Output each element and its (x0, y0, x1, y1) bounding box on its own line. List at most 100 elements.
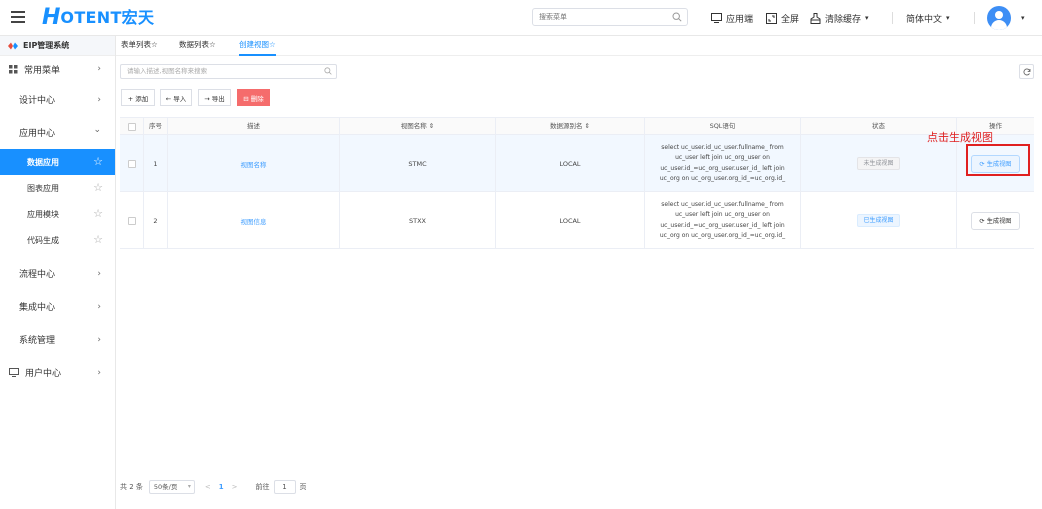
chevron-right-icon: › (97, 95, 101, 105)
main-content: 请输入描述,视图名称来搜索 + 添加 ← 导入 → 导出 ⊟ 删除 序号 描述 … (116, 56, 1042, 509)
page-tabs: 表单列表☆ 数据列表☆ 创建视图☆ (116, 36, 1042, 56)
goto-page-input[interactable]: 1 (273, 480, 296, 494)
chevron-right-icon: › (97, 269, 101, 279)
sidebar-item-integration-center[interactable]: 集成中心 › (0, 290, 115, 323)
refresh-icon (1022, 68, 1030, 75)
sidebar-item-user-center[interactable]: 用户中心 › (0, 356, 115, 389)
refresh-button[interactable] (1019, 64, 1034, 79)
col-view-name[interactable]: 视图名称 ⇕ (340, 118, 496, 136)
system-title[interactable]: EIP管理系统 (0, 36, 115, 56)
sidebar-item-system-mgmt[interactable]: 系统管理 › (0, 323, 115, 356)
sidebar-subitem-label: 图表应用 (27, 183, 59, 193)
table-row: 1 视图名称 STMC LOCAL select uc_user.id_uc_u… (120, 135, 1034, 192)
sidebar-item-app-center[interactable]: 应用中心 ⌄ (0, 116, 115, 149)
fullscreen-button[interactable]: 全屏 (766, 10, 799, 26)
sidebar-item-design-center[interactable]: 设计中心 › (0, 83, 115, 116)
table-row: 2 视图信息 STXX LOCAL select uc_user.id_uc_u… (120, 192, 1034, 249)
export-button[interactable]: → 导出 (198, 89, 231, 106)
tab-form-list[interactable]: 表单列表☆ (121, 36, 158, 56)
chevron-down-icon: ▾ (946, 14, 950, 22)
page-unit-label: 页 (299, 483, 307, 491)
row-view-name: STMC (340, 135, 496, 192)
sidebar-subitem-data-app[interactable]: 数据应用 ☆ (0, 149, 115, 175)
next-page-button[interactable]: > (232, 483, 238, 491)
search-icon[interactable] (672, 12, 682, 22)
sidebar-subitem-chart-app[interactable]: 图表应用 ☆ (0, 175, 115, 201)
select-all-checkbox[interactable] (120, 118, 144, 136)
menu-search-input[interactable] (533, 9, 663, 25)
total-count: 共 2 条 (120, 483, 143, 491)
chevron-right-icon: › (97, 368, 101, 378)
sidebar-subitem-code-gen[interactable]: 代码生成 ☆ (0, 227, 115, 253)
sidebar-item-label: 流程中心 (19, 270, 56, 280)
star-icon[interactable]: ☆ (93, 182, 103, 194)
star-icon[interactable]: ☆ (93, 234, 103, 246)
grid-icon (9, 65, 18, 74)
monitor-icon (9, 368, 19, 377)
delete-button[interactable]: ⊟ 删除 (237, 89, 270, 106)
sidebar-item-label: 系统管理 (19, 336, 56, 346)
broom-icon (810, 12, 821, 24)
user-menu-toggle[interactable]: ▾ (1017, 10, 1025, 26)
menu-search[interactable] (532, 8, 688, 26)
sidebar-subitem-label: 应用模块 (27, 209, 59, 219)
import-button[interactable]: ← 导入 (160, 89, 192, 106)
app-end-button[interactable]: 应用端 (711, 10, 753, 26)
sidebar-item-label: 用户中心 (25, 369, 62, 379)
star-icon[interactable]: ☆ (93, 156, 103, 168)
row-datasource: LOCAL (496, 135, 645, 192)
add-button[interactable]: + 添加 (121, 89, 155, 106)
view-search-input[interactable]: 请输入描述,视图名称来搜索 (120, 64, 337, 79)
page-size-select[interactable]: 50条/页 ▾ (148, 480, 195, 494)
row-checkbox[interactable] (120, 135, 144, 192)
chevron-down-icon: ▾ (865, 14, 869, 22)
sidebar-subitem-app-module[interactable]: 应用模块 ☆ (0, 201, 115, 227)
view-table: 序号 描述 视图名称 ⇕ 数据源别名 ⇕ SQL语句 状态 操作 1 视图名称 … (120, 117, 1034, 249)
row-actions: ⟳ 生成视图 (957, 192, 1034, 249)
chevron-right-icon: › (97, 302, 101, 312)
row-index: 2 (144, 192, 168, 249)
col-datasource[interactable]: 数据源别名 ⇕ (496, 118, 645, 136)
logo-text: OTENT宏天 (60, 8, 155, 27)
chevron-down-icon: ⌄ (93, 125, 101, 135)
col-sql: SQL语句 (645, 118, 801, 136)
row-view-name: STXX (340, 192, 496, 249)
annotation-label: 点击生成视图 (927, 131, 993, 144)
logo-mark: H (42, 5, 61, 30)
sidebar-item-label: 应用中心 (19, 129, 56, 139)
monitor-icon (711, 13, 722, 23)
row-checkbox[interactable] (120, 192, 144, 249)
sidebar: EIP管理系统 常用菜单 › 设计中心 › 应用中心 ⌄ 数据应用 ☆ 图表应用… (0, 36, 116, 509)
sidebar-item-process-center[interactable]: 流程中心 › (0, 257, 115, 290)
menu-toggle-icon[interactable] (11, 11, 25, 23)
system-title-label: EIP管理系统 (23, 41, 70, 50)
page-number[interactable]: 1 (219, 483, 224, 491)
search-icon[interactable] (324, 67, 332, 75)
avatar[interactable] (987, 6, 1011, 30)
generate-view-button[interactable]: ⟳ 生成视图 (970, 211, 1021, 230)
row-description-link[interactable]: 视图名称 (168, 135, 340, 192)
divider (974, 12, 975, 24)
top-header: H OTENT宏天 应用端 全屏 清除缓存 ▾ 简体中文 ▾ ▾ (0, 0, 1042, 36)
goto-label: 前往 (255, 483, 270, 491)
row-sql: select uc_user.id_uc_user.fullname_ from… (645, 135, 801, 192)
divider (892, 12, 893, 24)
language-select[interactable]: 简体中文 ▾ (906, 10, 950, 26)
sidebar-item-label: 常用菜单 (24, 66, 61, 76)
sidebar-item-label: 设计中心 (19, 96, 56, 106)
app-end-label: 应用端 (726, 14, 754, 25)
clear-cache-button[interactable]: 清除缓存 ▾ (810, 10, 869, 26)
language-label: 简体中文 (906, 14, 943, 25)
col-index: 序号 (144, 118, 168, 136)
prev-page-button[interactable]: < (205, 483, 211, 491)
tab-data-list[interactable]: 数据列表☆ (179, 36, 216, 56)
row-datasource: LOCAL (496, 192, 645, 249)
row-description-link[interactable]: 视图信息 (168, 192, 340, 249)
view-search-placeholder: 请输入描述,视图名称来搜索 (127, 67, 208, 75)
row-index: 1 (144, 135, 168, 192)
star-icon[interactable]: ☆ (93, 208, 103, 220)
tab-create-view[interactable]: 创建视图☆ (239, 36, 276, 56)
chevron-down-icon: ▾ (187, 483, 191, 490)
logo: H OTENT宏天 (42, 6, 154, 30)
sidebar-item-common-menu[interactable]: 常用菜单 › (0, 56, 115, 83)
